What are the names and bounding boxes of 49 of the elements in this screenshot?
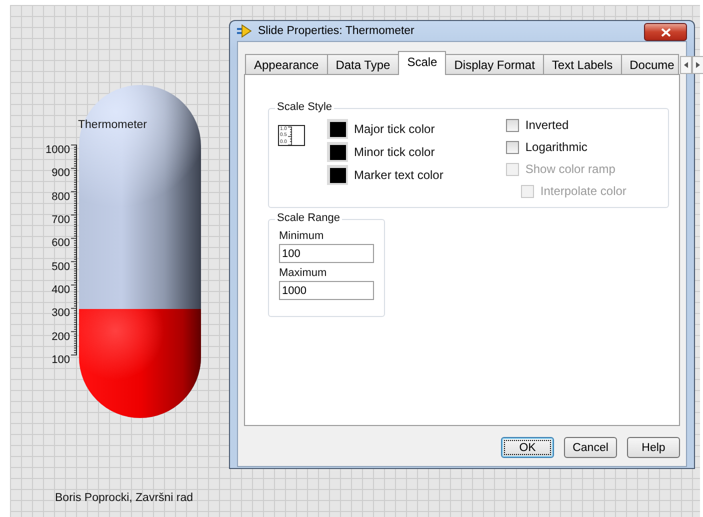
dialog-button[interactable]: Cancel (564, 437, 617, 458)
scale-label: 700 (52, 214, 70, 226)
caption-text: Boris Poprocki, Završni rad (55, 492, 194, 504)
tab[interactable]: Scale (398, 51, 446, 75)
thermometer-label: Thermometer (78, 119, 148, 131)
tab[interactable]: Appearance (245, 54, 328, 75)
close-icon (660, 28, 670, 36)
color-label: Marker text color (354, 168, 444, 182)
tab[interactable]: Data Type (326, 54, 400, 75)
scale-label: 100 (52, 354, 70, 366)
mini-ticks-drawing (288, 126, 292, 146)
color-label: Major tick color (354, 122, 435, 136)
checkbox-label: Logarithmic (525, 140, 588, 154)
scale-label: 1000 (46, 144, 70, 156)
dialog-button[interactable]: OK (501, 437, 554, 458)
field-label: Maximum (279, 267, 328, 279)
checkbox[interactable] (506, 118, 520, 132)
checkbox[interactable] (506, 140, 520, 154)
checkbox-label: Show color ramp (525, 162, 616, 176)
left-arrow-icon (684, 62, 688, 68)
group-title: Scale Range (275, 212, 342, 224)
color-swatch[interactable] (327, 142, 348, 162)
close-button[interactable] (644, 23, 687, 41)
slide-app-icon (237, 24, 253, 38)
window-title: Slide Properties: Thermometer (258, 25, 416, 37)
group-title: Scale Style (275, 101, 334, 113)
tab[interactable]: Display Format (445, 54, 544, 75)
field-label: Minimum (279, 230, 325, 242)
scale-label: 200 (52, 330, 70, 343)
color-label: Minor tick color (354, 145, 435, 159)
right-arrow-icon (696, 62, 700, 68)
scroll-left-button[interactable] (680, 56, 692, 74)
dialog-button[interactable]: Help (627, 437, 680, 458)
input-field[interactable]: 1000 (279, 281, 374, 300)
scale-label: 400 (52, 284, 70, 296)
color-swatch[interactable] (327, 119, 348, 139)
thermometer-slide[interactable] (79, 85, 201, 418)
input-field[interactable]: 100 (279, 244, 374, 263)
scale-label: 800 (52, 190, 70, 203)
scale-label: 500 (52, 260, 70, 273)
scale-label: 300 (52, 307, 70, 320)
tab[interactable]: Docume (620, 54, 680, 75)
color-swatch[interactable] (327, 165, 348, 185)
checkbox-label: Inverted (525, 118, 569, 132)
scroll-right-button[interactable] (692, 56, 703, 74)
scale-label: 900 (52, 167, 70, 180)
scale-label: 600 (52, 237, 70, 250)
checkbox-label: Interpolate color (540, 184, 626, 198)
tab[interactable]: Text Labels (542, 54, 622, 75)
